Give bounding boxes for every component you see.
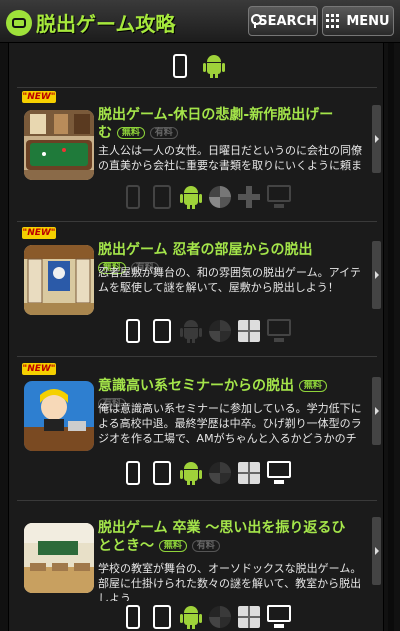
new-badge: "NEW" (22, 91, 56, 103)
divider (17, 356, 377, 357)
game-title-text: 脱出ゲーム 卒業 〜思い出を振り返るひととき〜 (98, 520, 346, 554)
game-title[interactable]: 脱出ゲーム 卒業 〜思い出を振り返るひととき〜 無料 有料 (98, 519, 348, 555)
game-description: 学校の教室が舞台の、オーソドックスな脱出ゲーム。部屋に仕掛けられた数々の謎を解い… (98, 562, 362, 601)
cross-icon (237, 184, 261, 210)
app-header: 脱出ゲーム攻略 SEARCH MENU (0, 0, 400, 43)
paid-tag: 有料 (149, 127, 178, 139)
paid-tag: 有料 (191, 540, 220, 552)
platform-icons (121, 603, 292, 631)
menu-button[interactable]: MENU (322, 6, 394, 36)
detail-arrow-icon[interactable] (372, 377, 381, 445)
android-icon (179, 604, 203, 630)
logo-icon (6, 9, 32, 36)
detail-arrow-icon[interactable] (372, 517, 381, 585)
list-item[interactable]: 脱出ゲーム 卒業 〜思い出を振り返るひととき〜 無料 有料 学校の教室が舞台の、… (9, 513, 385, 631)
ipad-icon (150, 604, 174, 630)
iphone-icon (121, 604, 145, 630)
list-item[interactable]: "NEW" 脱出ゲーム 忍者の部屋からの脱出 無料 有料 忍者屋敷が舞台の、和の… (9, 227, 385, 367)
windows-icon (237, 460, 261, 486)
iphone-icon (121, 460, 145, 486)
ipad-icon (150, 460, 174, 486)
game-list-panel: "NEW" 脱出ゲーム-休日の悲劇-新作脱出げーむ 無料 有料 主人公は一人の女… (8, 43, 384, 631)
pc-icon (266, 318, 292, 344)
search-button[interactable]: SEARCH (248, 6, 318, 36)
platform-icons (121, 317, 292, 345)
platform-icons (121, 183, 292, 211)
scrollbar[interactable] (388, 43, 394, 631)
iphone-icon[interactable] (168, 53, 192, 79)
classroom-thumbnail[interactable] (24, 523, 94, 593)
game-description: 忍者屋敷が舞台の、和の雰囲気の脱出ゲーム。アイテムを駆使して謎を解いて、屋敷から… (98, 266, 361, 294)
list-item[interactable]: "NEW" 意識高い系セミナーからの脱出 無料 有料 俺は意識高い系セミナーに参… (9, 363, 385, 513)
game-description: 主人公は一人の女性。日曜日だというのに会社の同僚の直美から会社に重要な書類を取り… (98, 144, 362, 172)
android-icon (179, 460, 203, 486)
divider (17, 87, 377, 88)
pc-icon (266, 460, 292, 486)
ipad-icon (150, 318, 174, 344)
game-title-text: 意識高い系セミナーからの脱出 (98, 378, 294, 394)
ninja-room-thumbnail[interactable] (24, 245, 94, 315)
platform-filter (9, 53, 385, 81)
puzzle-icon (208, 318, 232, 344)
platform-icons (121, 459, 292, 487)
divider (17, 500, 377, 501)
list-item[interactable]: "NEW" 脱出ゲーム-休日の悲劇-新作脱出げーむ 無料 有料 主人公は一人の女… (9, 91, 385, 231)
android-icon (179, 318, 203, 344)
logo-text: 脱出ゲーム攻略 (36, 12, 176, 36)
pc-icon (266, 184, 292, 210)
grid-icon (326, 14, 340, 28)
key-icon (249, 14, 264, 28)
detail-arrow-icon[interactable] (372, 241, 381, 309)
game-title-text: 脱出ゲーム 忍者の部屋からの脱出 (98, 242, 313, 258)
puzzle-icon (208, 604, 232, 630)
game-description: 俺は意識高い系セミナーに参加している。学力低下による高校中退。最終学歴は中卒。ひ… (98, 402, 362, 445)
new-badge: "NEW" (22, 227, 56, 239)
seminar-thumbnail[interactable] (24, 381, 94, 451)
windows-icon (237, 318, 261, 344)
new-badge: "NEW" (22, 363, 56, 375)
windows-icon (237, 604, 261, 630)
ipad-icon (150, 184, 174, 210)
divider (17, 221, 377, 222)
iphone-icon (121, 318, 145, 344)
game-title[interactable]: 脱出ゲーム-休日の悲劇-新作脱出げーむ 無料 有料 (98, 106, 338, 142)
billiard-room-thumbnail[interactable] (24, 110, 94, 180)
puzzle-icon (208, 460, 232, 486)
iphone-icon (121, 184, 145, 210)
android-icon (179, 184, 203, 210)
free-tag: 無料 (298, 380, 327, 392)
menu-button-label: MENU (346, 13, 390, 29)
site-logo[interactable]: 脱出ゲーム攻略 (6, 8, 175, 37)
pc-icon (266, 604, 292, 630)
search-button-label: SEARCH (258, 13, 317, 29)
free-tag: 無料 (158, 540, 187, 552)
puzzle-icon (208, 184, 232, 210)
detail-arrow-icon[interactable] (372, 105, 381, 173)
android-icon[interactable] (202, 53, 226, 79)
free-tag: 無料 (116, 127, 145, 139)
